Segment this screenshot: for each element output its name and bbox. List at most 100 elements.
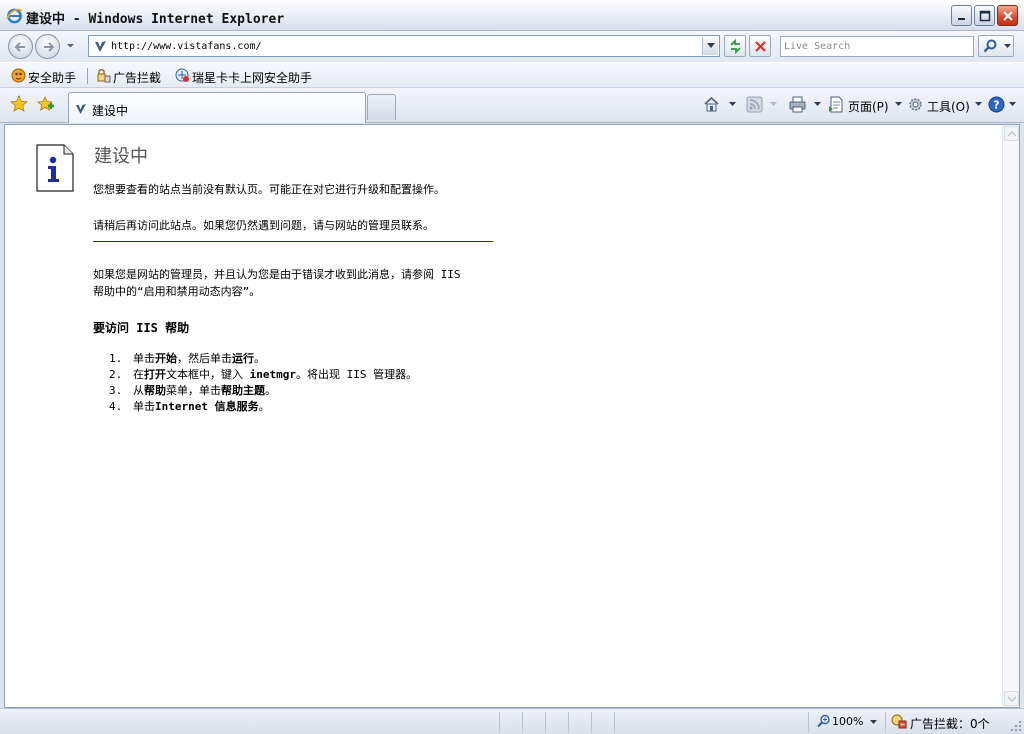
list-item: 1. 单击开始，然后单击运行。 (109, 351, 417, 367)
search-input[interactable] (784, 38, 970, 55)
forward-arrow-icon (44, 42, 55, 52)
search-button[interactable] (978, 35, 1014, 57)
search-icon (983, 39, 997, 53)
status-divider (522, 712, 523, 732)
chevron-down-icon (1009, 102, 1016, 106)
home-icon (704, 96, 719, 112)
minimize-icon (958, 18, 965, 20)
favorites-center-icon[interactable] (10, 95, 28, 113)
tools-menu-button[interactable]: 工具(O) (907, 96, 984, 114)
gear-icon (909, 98, 922, 111)
help-icon: ? (988, 96, 1005, 113)
chevron-down-icon[interactable] (1004, 44, 1011, 49)
tools-menu-label: 工具(O) (927, 100, 970, 114)
back-button[interactable] (8, 34, 33, 59)
scroll-up-button[interactable] (1004, 126, 1019, 141)
popup-blocker-label: 广告拦截：0个 (910, 717, 990, 731)
new-tab-button[interactable] (367, 94, 396, 120)
status-divider (568, 712, 569, 732)
refresh-button[interactable] (724, 35, 746, 57)
step-bold: 运行 (232, 352, 254, 365)
chevron-up-icon (1008, 131, 1016, 137)
rising-icon (175, 68, 189, 82)
vertical-scrollbar[interactable] (1002, 125, 1019, 707)
step-bold: inetmgr (249, 368, 296, 381)
zoom-level: 100% (832, 715, 864, 728)
step-number: 1. (109, 352, 123, 365)
chevron-down-icon (707, 43, 715, 48)
status-divider (499, 712, 500, 732)
add-favorites-icon[interactable] (37, 95, 55, 113)
zoom-icon (817, 714, 830, 728)
page-content: 建设中 您想要查看的站点当前没有默认页。可能正在对它进行升级和配置操作。 请稍后… (4, 124, 1020, 708)
step-text: 菜单，单击 (166, 384, 221, 397)
page-title: 建设中 (94, 146, 148, 167)
chevron-down-icon (729, 102, 736, 106)
back-arrow-icon (14, 42, 25, 52)
rising-kaka-link[interactable]: 瑞星卡卡上网安全助手 (175, 67, 320, 85)
printer-icon (789, 96, 806, 113)
command-bar: 建设中 页面(P) 工具(O) ? (0, 88, 1024, 123)
steps-list: 1. 单击开始，然后单击运行。 2. 在打开文本框中，键入 inetmgr。将出现 … (109, 351, 417, 415)
page-menu-label: 页面(P) (848, 100, 889, 114)
tab-current[interactable]: 建设中 (68, 92, 366, 123)
info-icon (36, 144, 74, 192)
message-text: 请稍后再访问此站点。如果您仍然遇到问题，请与网站的管理员联系。 (93, 219, 434, 232)
title-bar: 建设中 - Windows Internet Explorer (0, 0, 1024, 31)
step-bold: 帮助主题 (221, 384, 265, 397)
status-divider (885, 712, 886, 732)
page-icon (829, 96, 843, 113)
links-toolbar: 安全助手 广告拦截 瑞星卡卡上网安全助手 (0, 62, 1024, 88)
forward-button[interactable] (35, 34, 60, 59)
search-box[interactable] (780, 36, 974, 57)
minimize-button[interactable] (951, 5, 972, 26)
ie-logo-icon (6, 8, 23, 24)
maximize-icon (979, 10, 991, 22)
maximize-button[interactable] (974, 5, 995, 26)
status-bar: 100% 广告拦截：0个 (0, 708, 1024, 734)
toolbar-divider (87, 68, 88, 84)
home-button[interactable] (703, 96, 739, 114)
svg-text:?: ? (993, 99, 999, 112)
stop-button[interactable] (749, 35, 771, 57)
section-heading: 要访问 IIS 帮助 (93, 321, 190, 335)
close-window-button[interactable] (997, 5, 1018, 26)
feeds-button[interactable] (746, 96, 780, 114)
address-dropdown-button[interactable] (702, 37, 718, 55)
address-bar[interactable]: http://www.vistafans.com/ (88, 35, 720, 57)
link-label: 安全助手 (28, 71, 77, 85)
chevron-down-icon (975, 102, 982, 106)
message-text: 您想要查看的站点当前没有默认页。可能正在对它进行升级和配置操作。 (93, 183, 445, 196)
url-text[interactable]: http://www.vistafans.com/ (111, 41, 262, 52)
admin-text: 帮助中的“启用和禁用动态内容”。 (93, 285, 261, 298)
help-button[interactable]: ? (988, 96, 1018, 114)
step-text: 从 (133, 384, 144, 397)
ad-blocker-link[interactable]: 广告拦截 (96, 67, 166, 85)
adblock-icon (891, 714, 907, 729)
step-text: 。 (258, 400, 270, 413)
step-text: 。 (254, 352, 265, 365)
step-number: 3. (109, 384, 123, 397)
step-bold: 打开 (144, 368, 166, 381)
step-number: 2. (109, 368, 123, 381)
list-item: 2. 在打开文本框中，键入 inetmgr。将出现 IIS 管理器。 (109, 367, 417, 383)
scroll-down-button[interactable] (1004, 691, 1019, 706)
recent-pages-dropdown-icon[interactable] (66, 41, 75, 50)
list-item: 3. 从帮助菜单，单击帮助主题。 (109, 383, 417, 399)
divider (93, 241, 493, 242)
page-menu-button[interactable]: 页面(P) (828, 96, 904, 114)
link-label: 广告拦截 (113, 71, 162, 85)
close-icon (1003, 11, 1013, 21)
security-assistant-link[interactable]: 安全助手 (11, 67, 81, 85)
step-text: 单击 (133, 352, 155, 365)
refresh-icon (730, 39, 741, 54)
step-bold: 开始 (155, 352, 177, 365)
print-button[interactable] (789, 96, 823, 114)
chevron-down-icon (895, 102, 902, 106)
navigation-bar: http://www.vistafans.com/ (0, 31, 1024, 62)
step-text: 在 (133, 368, 144, 381)
resize-grip-icon[interactable] (1010, 720, 1022, 732)
stop-icon (755, 41, 766, 52)
shield-icon (11, 68, 26, 83)
step-text: 。 (265, 384, 276, 397)
